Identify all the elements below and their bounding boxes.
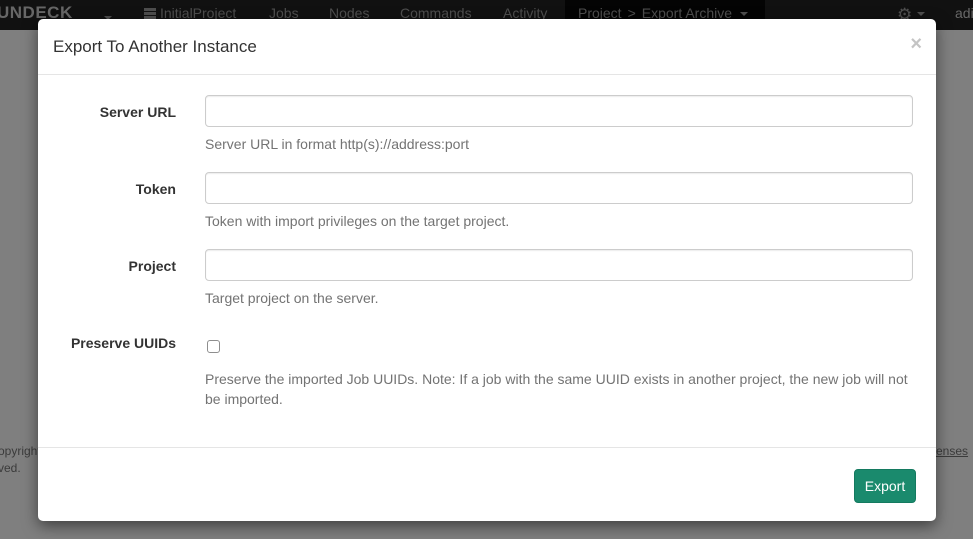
server-url-label: Server URL (99, 104, 176, 120)
preserve-uuids-checkbox[interactable] (207, 340, 220, 353)
modal-footer: Export (38, 447, 936, 521)
token-input[interactable] (205, 172, 913, 204)
export-button[interactable]: Export (854, 469, 916, 503)
close-icon[interactable]: × (910, 34, 922, 54)
project-help: Target project on the server. (205, 290, 379, 306)
modal-header: Export To Another Instance × (38, 19, 936, 75)
project-input[interactable] (205, 249, 913, 281)
export-modal: Export To Another Instance × Server URL … (38, 19, 936, 521)
token-label: Token (135, 181, 176, 197)
token-help: Token with import privileges on the targ… (205, 213, 510, 229)
server-url-input[interactable] (205, 95, 913, 127)
preserve-uuids-label: Preserve UUIDs (70, 335, 176, 351)
preserve-uuids-help: Preserve the imported Job UUIDs. Note: I… (205, 371, 908, 407)
project-label: Project (128, 258, 176, 274)
server-url-help: Server URL in format http(s)://address:p… (205, 136, 470, 152)
modal-title: Export To Another Instance (53, 37, 257, 56)
